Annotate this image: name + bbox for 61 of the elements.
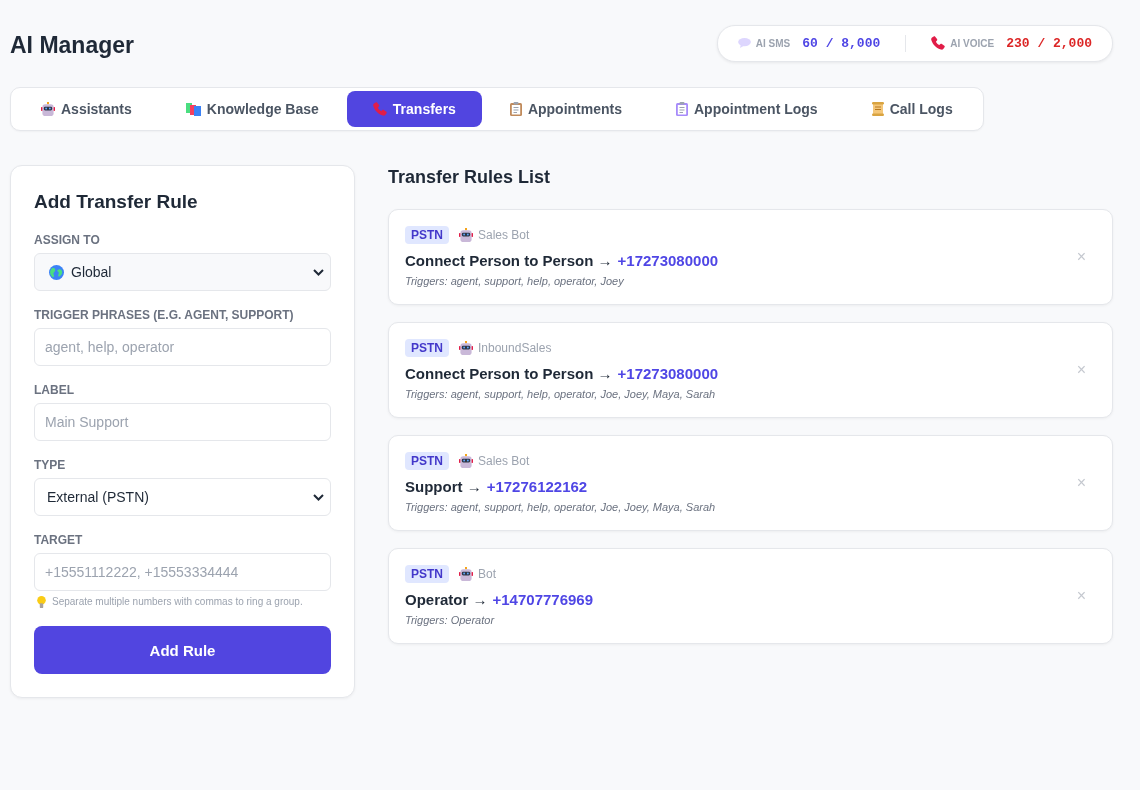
field-label: LABEL: [34, 383, 75, 397]
input-field[interactable]: Main Support: [34, 403, 331, 441]
trigger-list: Triggers: agent, support, help, operator, Joe, Joey, Maya, Sarah: [405, 500, 1075, 514]
dropdown-field[interactable]: External (PSTN): [34, 478, 331, 516]
assistant-name: Sales Bot: [478, 454, 530, 468]
speech-bubble-icon: [737, 38, 751, 48]
tab[interactable]: Call Logs: [845, 91, 979, 127]
input-field[interactable]: +15551112222, +15553334444: [34, 553, 331, 591]
robot-icon: [41, 102, 55, 116]
form-title: Add Transfer Rule: [34, 190, 199, 214]
target-number: +14707776969: [492, 590, 594, 610]
phone-icon: [372, 102, 387, 116]
type-badge: PSTN: [405, 565, 449, 583]
robot-icon: [459, 341, 473, 355]
target-number: +17276122162: [486, 477, 588, 497]
field-label: TRIGGER PHRASES (E.G. AGENT, SUPPORT): [34, 308, 295, 322]
field-label: TYPE: [34, 458, 67, 472]
rule-title: Support →: [405, 477, 482, 497]
list-title: Transfer Rules List: [388, 166, 552, 189]
add-rule-button[interactable]: Add Rule: [34, 626, 331, 674]
books-icon: [185, 102, 201, 116]
tab[interactable]: Transfers: [346, 91, 482, 127]
trigger-list: Triggers: agent, support, help, operator, Joe, Joey, Maya, Sarah: [405, 387, 1075, 401]
target-number: +17273080000: [617, 251, 719, 271]
robot-icon: [459, 567, 473, 581]
usage-label: AI SMS: [755, 37, 791, 49]
rule-title: Connect Person to Person →: [405, 364, 613, 384]
lightbulb-icon: [37, 596, 46, 608]
clipboard-icon: [509, 102, 522, 116]
dropdown-field[interactable]: Global: [34, 253, 331, 291]
input-field[interactable]: agent, help, operator: [34, 328, 331, 366]
target-number: +17273080000: [617, 364, 719, 384]
type-badge: PSTN: [405, 226, 449, 244]
rule-title: Operator →: [405, 590, 488, 610]
hint-text: Separate multiple numbers with commas to ring a group.: [52, 596, 303, 608]
usage-count: 60 / 8,000: [802, 35, 881, 51]
tab[interactable]: Appointment Logs: [650, 91, 844, 127]
page-title: AI Manager: [10, 31, 134, 59]
trigger-list: Triggers: agent, support, help, operator, Joey: [405, 274, 1075, 288]
type-badge: PSTN: [405, 339, 449, 357]
tab[interactable]: Knowledge Base: [159, 91, 345, 127]
assistant-name: Sales Bot: [478, 228, 530, 242]
scroll-icon: [871, 102, 884, 116]
trigger-list: Triggers: Operator: [405, 613, 1075, 627]
field-label: TARGET: [34, 533, 84, 547]
usage-label: AI VOICE: [950, 37, 995, 49]
globe-icon: [49, 264, 64, 280]
type-badge: PSTN: [405, 452, 449, 470]
phone-icon: [931, 36, 946, 50]
robot-icon: [459, 454, 473, 468]
clipboard-icon: [676, 102, 688, 116]
assistant-name: InboundSales: [478, 341, 552, 355]
usage-count: 230 / 2,000: [1006, 35, 1092, 51]
assistant-name: Bot: [478, 567, 497, 581]
tab[interactable]: Assistants: [15, 91, 158, 127]
chevron-down-icon: [313, 268, 324, 276]
robot-icon: [459, 228, 473, 242]
rule-title: Connect Person to Person →: [405, 251, 613, 271]
field-label: ASSIGN TO: [34, 233, 101, 247]
tab[interactable]: Appointments: [483, 91, 648, 127]
chevron-down-icon: [313, 493, 324, 501]
